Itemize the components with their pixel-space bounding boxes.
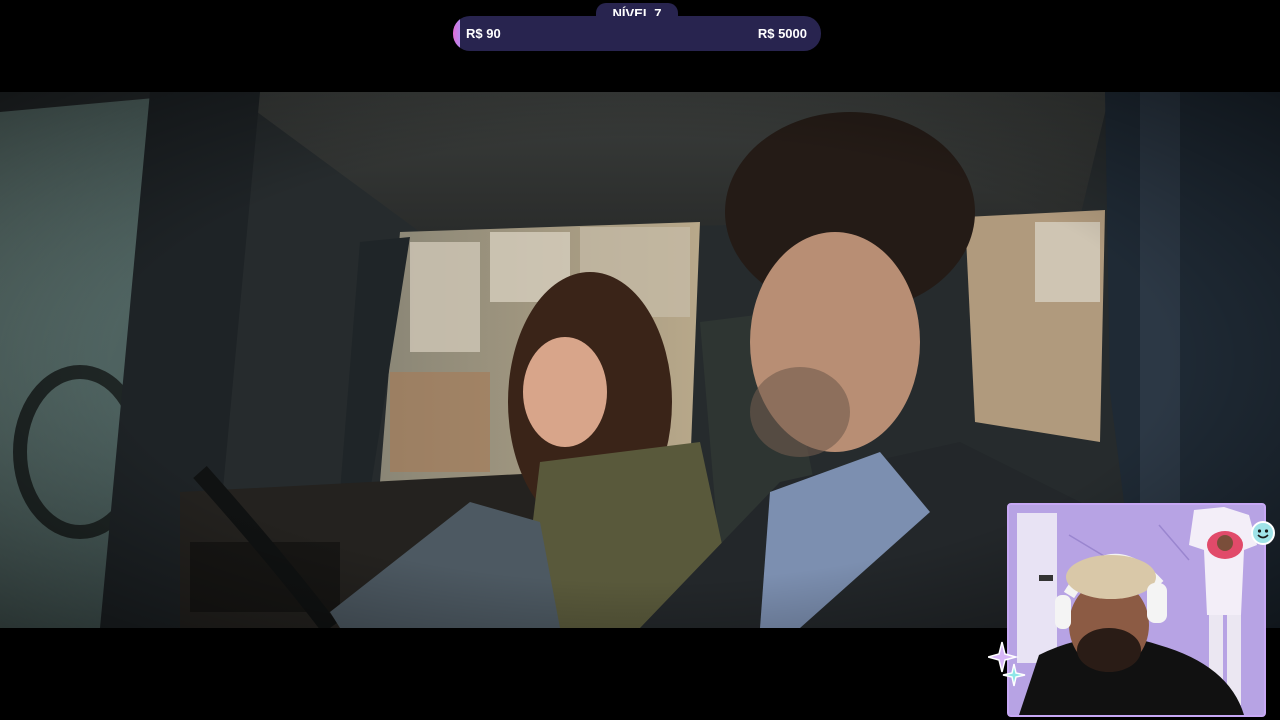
goal-target-amount: R$ 5000 <box>757 26 807 41</box>
streamer-webcam-image <box>1009 505 1264 715</box>
goal-start-amount: R$ 90 <box>466 26 501 41</box>
goal-progress-fill <box>453 16 460 51</box>
stream-stage: NÍVEL 7 R$ 90 R$ 5000 <box>0 0 1280 720</box>
goal-progress-bar: R$ 90 R$ 5000 <box>453 16 821 51</box>
sparkle-icon <box>988 641 1026 687</box>
smiley-badge-icon <box>1251 521 1275 545</box>
webcam-overlay <box>1007 503 1266 717</box>
